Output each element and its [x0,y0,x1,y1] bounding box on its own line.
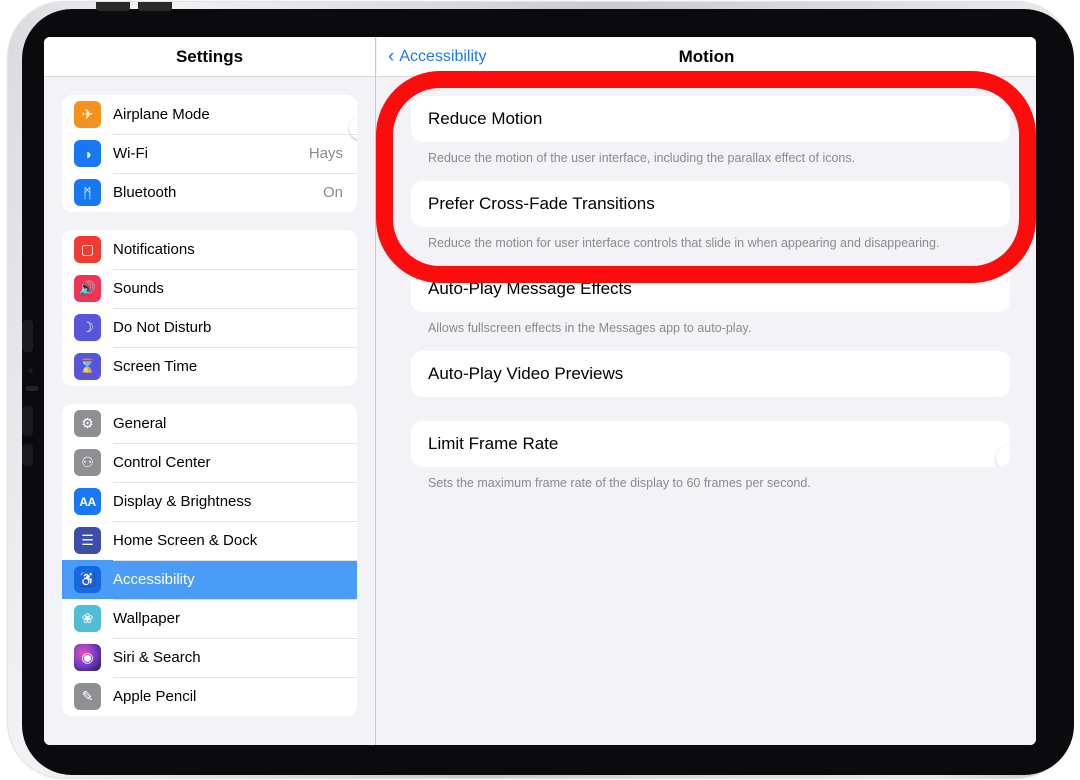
volume-down-button[interactable] [22,406,33,436]
setting-card: Auto-Play Video Previews [411,350,1010,397]
setting-block-limit-frame-rate: Limit Frame Rate Sets the maximum frame … [411,420,1010,492]
ipad-screen: Settings ✈ Airplane Mode ◑ Wi-Fi Hays ᛗ … [44,37,1036,745]
sidebar-item-label: Sounds [113,280,164,297]
sidebar-item-label: Display & Brightness [113,493,252,510]
sidebar-item-display-brightness[interactable]: AA Display & Brightness [62,482,357,521]
bluetooth-icon: ᛗ [74,179,101,206]
back-button-label: Accessibility [399,47,487,65]
sidebar-item-label: General [113,415,167,432]
setting-footnote: Sets the maximum frame rate of the displ… [428,475,811,490]
sidebar-title: Settings [175,46,244,66]
chevron-left-icon: ‹ [388,46,395,67]
setting-card: Limit Frame Rate [411,420,1010,467]
row-auto-play-message-effects[interactable]: Auto-Play Message Effects [411,266,1010,312]
wifi-icon: ◑ [74,140,101,167]
accessibility-icon: ♿ [74,566,101,593]
setting-card: Auto-Play Message Effects [411,265,1010,312]
control-center-icon: ⚇ [74,449,101,476]
sidebar-item-general[interactable]: ⚙ General [62,404,357,443]
sidebar-item-label: Wallpaper [113,610,180,627]
setting-label: Reduce Motion [428,109,543,128]
sidebar-item-accessibility[interactable]: ♿ Accessibility [62,560,357,599]
sounds-icon: 🔊 [74,275,101,302]
motion-settings-panel: ‹ Accessibility Motion Reduce Motion Red… [377,37,1036,745]
top-hardware-button-right[interactable] [138,2,172,11]
gear-icon: ⚙ [74,410,101,437]
setting-footnote: Reduce the motion for user interface con… [428,235,940,250]
setting-card: Prefer Cross-Fade Transitions [411,180,1010,227]
sidebar-item-siri-search[interactable]: ◉ Siri & Search [62,638,357,677]
front-camera [28,368,33,373]
row-limit-frame-rate[interactable]: Limit Frame Rate [411,421,1010,467]
sidebar-item-label: Airplane Mode [113,106,210,123]
hourglass-icon: ⌛ [74,353,101,380]
sidebar-item-label: Home Screen & Dock [113,532,258,549]
moon-icon: ☽ [74,314,101,341]
row-reduce-motion[interactable]: Reduce Motion [411,96,1010,142]
apple-pencil-icon: ✎ [74,683,101,710]
sidebar-item-label: Apple Pencil [113,688,197,705]
setting-card: Reduce Motion [411,96,1010,142]
wifi-network-value: Hays [308,145,343,162]
settings-sidebar: Settings ✈ Airplane Mode ◑ Wi-Fi Hays ᛗ … [44,37,376,745]
setting-label: Prefer Cross-Fade Transitions [428,193,655,213]
top-hardware-button-left[interactable] [96,2,130,11]
sidebar-group-alerts: ▢ Notifications 🔊 Sounds ☽ Do Not Distur… [62,230,357,386]
back-to-accessibility-button[interactable]: ‹ Accessibility [388,47,486,66]
sidebar-item-airplane-mode[interactable]: ✈ Airplane Mode [62,95,357,140]
sidebar-item-bluetooth[interactable]: ᛗ Bluetooth On [62,173,357,212]
sidebar-item-label: Notifications [113,241,195,258]
sidebar-item-sounds[interactable]: 🔊 Sounds [62,269,357,308]
setting-footnote: Reduce the motion of the user interface,… [428,151,856,165]
sidebar-item-do-not-disturb[interactable]: ☽ Do Not Disturb [62,308,357,347]
power-button[interactable] [22,444,33,466]
sidebar-list: ✈ Airplane Mode ◑ Wi-Fi Hays ᛗ Bluetooth… [44,95,375,716]
sidebar-item-screen-time[interactable]: ⌛ Screen Time [62,347,357,386]
setting-label: Auto-Play Message Effects [428,278,632,298]
sidebar-item-label: Do Not Disturb [113,319,212,336]
setting-block-auto-play-message-effects: Auto-Play Message Effects Allows fullscr… [411,265,1010,337]
sidebar-item-wallpaper[interactable]: ❀ Wallpaper [62,599,357,638]
settings-list: Reduce Motion Reduce the motion of the u… [377,77,1036,492]
display-brightness-icon: AA [74,488,101,515]
home-screen-dock-icon: ☰ [74,527,101,554]
sidebar-item-label: Screen Time [113,358,198,375]
setting-block-auto-play-video-previews: Auto-Play Video Previews [411,350,1010,397]
setting-footnote: Allows fullscreen effects in the Message… [428,320,752,335]
setting-label: Limit Frame Rate [428,433,559,453]
row-prefer-cross-fade-transitions[interactable]: Prefer Cross-Fade Transitions [411,181,1010,227]
sidebar-item-control-center[interactable]: ⚇ Control Center [62,443,357,482]
content-navbar: ‹ Accessibility Motion [377,37,1036,77]
airplane-icon: ✈ [74,101,101,128]
sidebar-item-label: Control Center [113,454,211,471]
sidebar-item-wifi[interactable]: ◑ Wi-Fi Hays [62,134,357,173]
setting-label: Auto-Play Video Previews [428,363,624,383]
setting-block-prefer-cross-fade: Prefer Cross-Fade Transitions Reduce the… [411,180,1010,252]
sidebar-group-connectivity: ✈ Airplane Mode ◑ Wi-Fi Hays ᛗ Bluetooth… [62,95,357,212]
sidebar-item-label: Siri & Search [113,649,201,666]
wallpaper-icon: ❀ [74,605,101,632]
sidebar-item-apple-pencil[interactable]: ✎ Apple Pencil [62,677,357,716]
sidebar-item-label: Wi-Fi [113,145,148,162]
volume-up-button[interactable] [22,320,33,352]
notifications-icon: ▢ [74,236,101,263]
setting-block-reduce-motion: Reduce Motion Reduce the motion of the u… [411,96,1010,167]
sidebar-item-label: Accessibility [113,571,195,588]
sidebar-item-label: Bluetooth [113,184,177,201]
row-auto-play-video-previews[interactable]: Auto-Play Video Previews [411,351,1010,397]
bluetooth-status-value: On [322,184,343,201]
smart-connector [26,386,38,391]
sidebar-navbar: Settings [44,37,375,77]
sidebar-item-home-screen-dock[interactable]: ☰ Home Screen & Dock [62,521,357,560]
sidebar-item-notifications[interactable]: ▢ Notifications [62,230,357,269]
sidebar-group-system: ⚙ General ⚇ Control Center AA Display & … [62,404,357,716]
siri-icon: ◉ [74,644,101,671]
